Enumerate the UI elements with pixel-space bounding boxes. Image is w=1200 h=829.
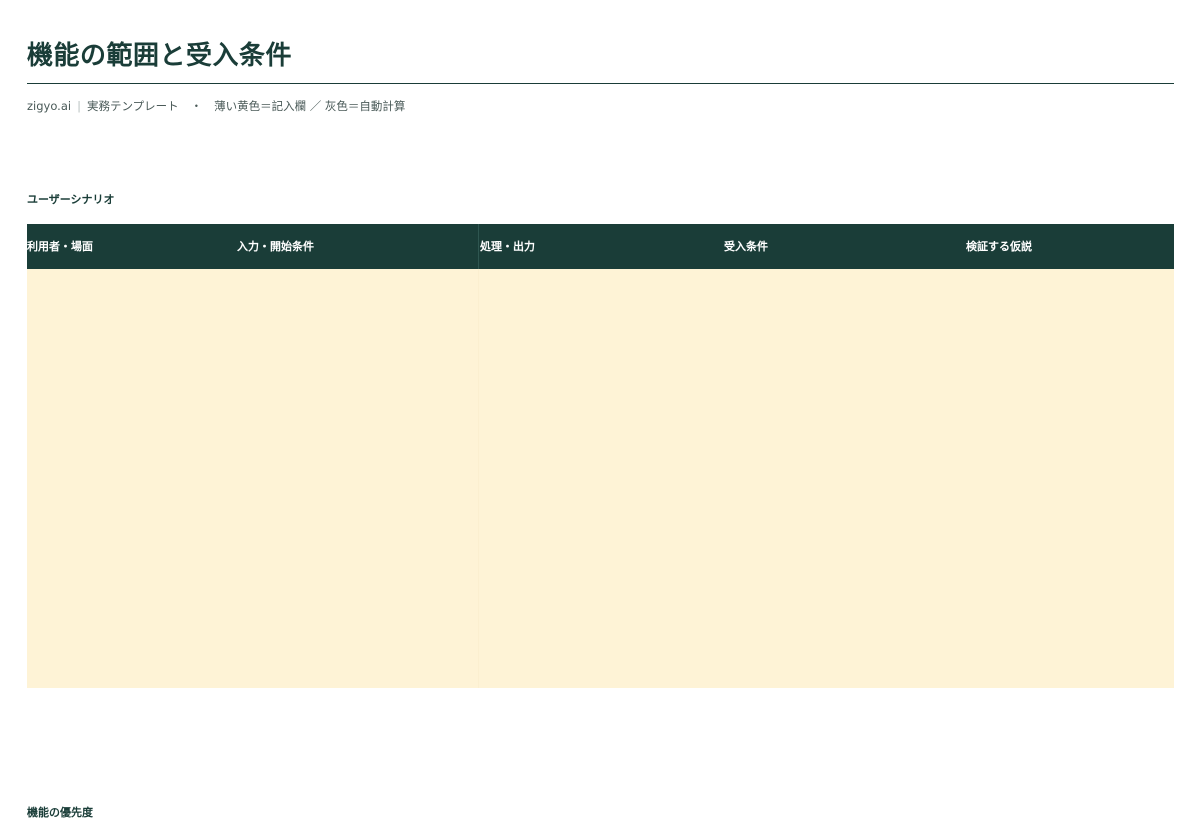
template-label: 実務テンプレート	[86, 99, 179, 113]
column-divider	[478, 224, 479, 269]
page: 機能の範囲と受入条件 zigyo.ai | 実務テンプレート・薄い黄色＝記入欄 ／ …	[0, 0, 1200, 829]
meta-separator: |	[77, 99, 81, 113]
column-header-hypothesis: 検証する仮説	[966, 240, 1032, 253]
brand-label: zigyo.ai	[27, 99, 72, 113]
input-cell-scene-and-input[interactable]	[27, 269, 478, 688]
section-label-priority: 機能の優先度	[27, 806, 93, 819]
title-divider	[27, 83, 1174, 84]
scenario-table: 利用者・場面 入力・開始条件 処理・出力 受入条件 検証する仮説	[27, 224, 1174, 688]
column-header-acceptance: 受入条件	[724, 240, 768, 253]
page-title: 機能の範囲と受入条件	[27, 41, 293, 71]
column-header-process: 処理・出力	[480, 240, 535, 253]
table-row	[27, 269, 1174, 688]
table-header: 利用者・場面 入力・開始条件 処理・出力 受入条件 検証する仮説	[27, 224, 1174, 269]
meta-line: zigyo.ai | 実務テンプレート・薄い黄色＝記入欄 ／ 灰色＝自動計算	[27, 98, 405, 114]
section-label-scenario: ユーザーシナリオ	[27, 193, 115, 206]
meta-bullet: ・	[190, 99, 203, 113]
column-header-scene: 利用者・場面	[27, 240, 93, 253]
input-cell-process-acceptance-hypothesis[interactable]	[479, 269, 1174, 688]
color-legend: 薄い黄色＝記入欄 ／ 灰色＝自動計算	[214, 99, 406, 113]
column-header-input: 入力・開始条件	[237, 240, 314, 253]
